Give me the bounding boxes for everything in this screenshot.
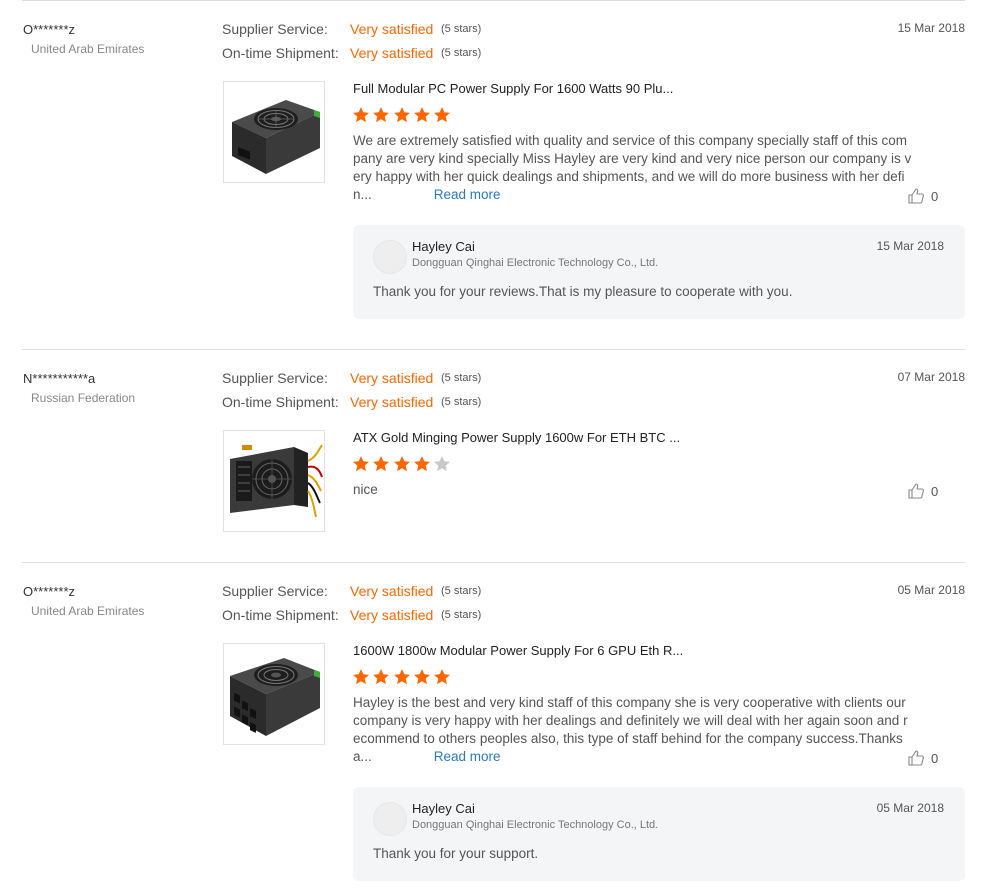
reply-date: 15 Mar 2018: [876, 239, 944, 253]
buyer-country: Russian Federation: [31, 391, 136, 405]
rating-label: On-time Shipment:: [222, 394, 339, 410]
like-count: 0: [931, 188, 939, 204]
star-icon: [373, 669, 390, 685]
like-button[interactable]: 0: [907, 749, 938, 767]
reply-author: Hayley Cai: [412, 801, 475, 816]
rating-label: On-time Shipment:: [222, 45, 339, 61]
psu-image: [230, 658, 320, 736]
review-date: 07 Mar 2018: [897, 370, 965, 384]
buyer-name: O*******z: [23, 584, 76, 599]
star-icon: [393, 669, 410, 685]
star-rating: [352, 106, 453, 124]
buyer-country: United Arab Emirates: [31, 604, 145, 618]
reply-date: 05 Mar 2018: [876, 801, 944, 815]
star-icon: [393, 107, 410, 123]
review-body: nice: [353, 482, 378, 497]
product-title[interactable]: ATX Gold Minging Power Supply 1600w For …: [353, 430, 680, 445]
star-icon: [413, 107, 430, 123]
review-date: 05 Mar 2018: [897, 583, 965, 597]
product-thumbnail[interactable]: [223, 430, 325, 532]
rating-value: Very satisfied: [350, 583, 434, 599]
star-icon: [373, 456, 390, 472]
like-count: 0: [931, 483, 939, 499]
rating-stars-text: (5 stars): [441, 23, 482, 35]
star-rating: [352, 455, 453, 473]
supplier-reply: Hayley Cai Dongguan Qinghai Electronic T…: [353, 787, 965, 881]
review-date: 15 Mar 2018: [897, 21, 965, 35]
rating-value: Very satisfied: [350, 394, 434, 410]
star-rating: [352, 668, 453, 686]
rating-label: Supplier Service:: [222, 21, 328, 37]
read-more-link[interactable]: Read more: [434, 749, 501, 764]
psu-image: [230, 444, 323, 518]
review-item: N***********a Russian Federation Supplie…: [0, 349, 991, 562]
rating-value: Very satisfied: [350, 607, 434, 623]
reply-text: Thank you for your reviews.That is my pl…: [373, 284, 793, 299]
reply-company: Dongguan Qinghai Electronic Technology C…: [412, 819, 659, 831]
thumbs-up-icon: [908, 483, 924, 499]
product-title[interactable]: 1600W 1800w Modular Power Supply For 6 G…: [353, 643, 683, 658]
rating-stars-text: (5 stars): [441, 609, 482, 621]
star-icon: [353, 669, 369, 685]
star-icon: [353, 456, 369, 472]
avatar: [373, 802, 407, 836]
product-thumbnail[interactable]: [223, 643, 325, 745]
supplier-reply: Hayley Cai Dongguan Qinghai Electronic T…: [353, 225, 965, 319]
thumbs-up-icon: [908, 188, 924, 204]
rating-label: On-time Shipment:: [222, 607, 339, 623]
rating-value: Very satisfied: [350, 370, 434, 386]
like-count: 0: [931, 750, 939, 766]
star-icon: [353, 107, 369, 123]
buyer-country: United Arab Emirates: [31, 42, 145, 56]
reply-author: Hayley Cai: [412, 239, 475, 254]
star-icon: [434, 456, 451, 472]
review-item: O*******z United Arab Emirates Supplier …: [0, 0, 991, 349]
rating-label: Supplier Service:: [222, 370, 328, 386]
product-thumbnail[interactable]: [223, 81, 325, 183]
star-icon: [393, 456, 410, 472]
like-button[interactable]: 0: [907, 187, 938, 205]
buyer-name: O*******z: [23, 22, 76, 37]
avatar: [373, 240, 407, 274]
star-icon: [434, 669, 451, 685]
rating-stars-text: (5 stars): [441, 47, 482, 59]
rating-stars-text: (5 stars): [441, 396, 482, 408]
star-icon: [413, 456, 430, 472]
thumbs-up-icon: [908, 750, 924, 766]
reply-company: Dongguan Qinghai Electronic Technology C…: [412, 257, 659, 269]
reply-text: Thank you for your support.: [373, 846, 539, 861]
star-icon: [413, 669, 430, 685]
like-button[interactable]: 0: [907, 482, 938, 500]
read-more-link[interactable]: Read more: [434, 187, 501, 202]
star-icon: [373, 107, 390, 123]
review-item: O*******z United Arab Emirates Supplier …: [0, 562, 991, 889]
rating-label: Supplier Service:: [222, 583, 328, 599]
review-text: nice: [353, 481, 913, 499]
rating-value: Very satisfied: [350, 45, 434, 61]
review-text: Hayley is the best and very kind staff o…: [353, 694, 913, 766]
rating-value: Very satisfied: [350, 21, 434, 37]
buyer-name: N***********a: [23, 371, 96, 386]
star-icon: [434, 107, 451, 123]
rating-stars-text: (5 stars): [441, 585, 482, 597]
rating-stars-text: (5 stars): [441, 372, 482, 384]
review-text: We are extremely satisfied with quality …: [353, 132, 913, 204]
psu-image: [232, 100, 320, 174]
product-title[interactable]: Full Modular PC Power Supply For 1600 Wa…: [353, 81, 673, 96]
